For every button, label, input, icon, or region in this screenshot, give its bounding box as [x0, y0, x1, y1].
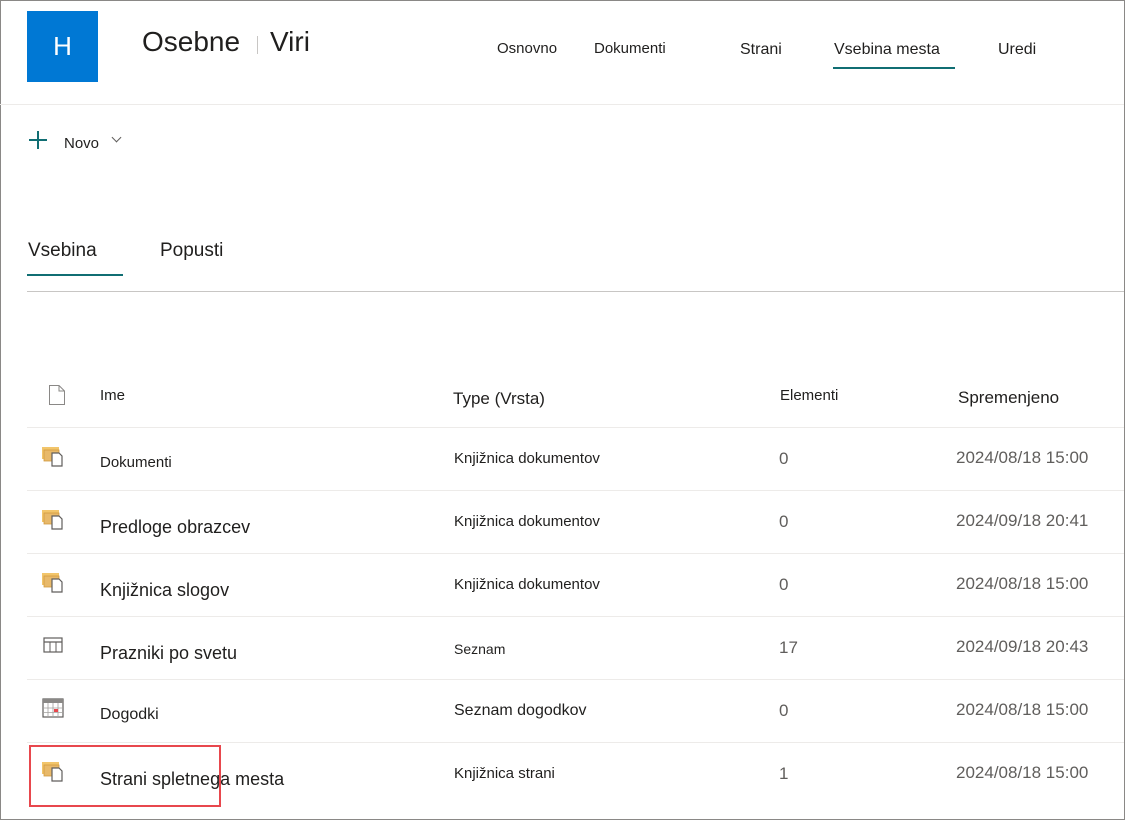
- item-count: 1: [779, 764, 789, 783]
- item-modified: 2024/08/18 15:00: [956, 574, 1089, 593]
- site-title[interactable]: Osebne: [142, 26, 240, 58]
- header-divider: [0, 104, 1124, 105]
- library-icon: [41, 507, 67, 536]
- nav-item-dokumenti[interactable]: Dokumenti: [594, 40, 666, 57]
- file-type-icon[interactable]: [47, 384, 67, 411]
- item-modified: 2024/09/18 20:41: [956, 511, 1089, 530]
- list-icon: [43, 637, 63, 658]
- calendar-icon: [42, 698, 64, 723]
- item-modified: 2024/08/18 15:00: [956, 763, 1089, 782]
- item-type: Seznam: [454, 641, 506, 657]
- item-modified: 2024/08/18 15:00: [956, 448, 1089, 467]
- new-button[interactable]: Novo: [28, 125, 122, 155]
- item-name[interactable]: Predloge obrazcev: [100, 517, 250, 538]
- tab-active-indicator: [27, 274, 123, 276]
- item-name[interactable]: Prazniki po svetu: [100, 643, 237, 664]
- column-header-name[interactable]: Ime: [100, 387, 125, 404]
- site-subtitle[interactable]: Viri: [270, 26, 310, 58]
- column-header-modified[interactable]: Spremenjeno: [958, 388, 1059, 408]
- table-row[interactable]: Knjižnica slogov Knjižnica dokumentov 0 …: [27, 553, 1124, 617]
- tabs-divider: [27, 291, 1124, 292]
- library-icon: [41, 444, 67, 473]
- item-type: Knjižnica dokumentov: [454, 576, 600, 593]
- tab-popusti[interactable]: Popusti: [160, 240, 223, 262]
- nav-item-strani[interactable]: Strani: [740, 41, 782, 59]
- table-row[interactable]: Strani spletnega mesta Knjižnica strani …: [27, 742, 1124, 806]
- table-row[interactable]: Predloge obrazcev Knjižnica dokumentov 0…: [27, 490, 1124, 554]
- item-name[interactable]: Knjižnica slogov: [100, 580, 229, 601]
- item-type: Knjižnica strani: [454, 765, 555, 782]
- item-count: 0: [779, 512, 789, 531]
- item-name[interactable]: Dokumenti: [100, 454, 172, 471]
- nav-active-indicator: [833, 67, 955, 69]
- library-icon: [41, 759, 67, 788]
- item-count: 0: [779, 575, 789, 594]
- item-type: Seznam dogodkov: [454, 702, 587, 719]
- item-count: 0: [779, 701, 789, 720]
- item-modified: 2024/08/18 15:00: [956, 700, 1089, 719]
- item-name[interactable]: Dogodki: [100, 706, 159, 724]
- item-modified: 2024/09/18 20:43: [956, 637, 1089, 656]
- table-row[interactable]: Prazniki po svetu Seznam 17 2024/09/18 2…: [27, 616, 1124, 680]
- item-type: Knjižnica dokumentov: [454, 450, 600, 467]
- nav-item-uredi[interactable]: Uredi: [998, 41, 1036, 59]
- library-icon: [41, 570, 67, 599]
- title-separator: [257, 36, 258, 54]
- nav-item-vsebina-mesta[interactable]: Vsebina mesta: [834, 41, 940, 59]
- site-logo[interactable]: H: [27, 11, 98, 82]
- item-count: 0: [779, 449, 789, 468]
- plus-icon: [28, 130, 48, 150]
- table-row[interactable]: Dogodki Seznam dogodkov 0 2024/08/18 15:…: [27, 679, 1124, 743]
- item-name[interactable]: Strani spletnega mesta: [100, 769, 284, 790]
- item-type: Knjižnica dokumentov: [454, 513, 600, 530]
- column-header-type[interactable]: Type (Vrsta): [453, 389, 545, 409]
- chevron-down-icon[interactable]: [111, 132, 122, 142]
- table-row[interactable]: Dokumenti Knjižnica dokumentov 0 2024/08…: [27, 427, 1124, 491]
- item-count: 17: [779, 638, 798, 657]
- nav-item-osnovno[interactable]: Osnovno: [497, 40, 557, 57]
- tab-vsebina[interactable]: Vsebina: [28, 240, 97, 262]
- new-button-label: Novo: [64, 134, 100, 152]
- column-header-items[interactable]: Elementi: [780, 387, 838, 404]
